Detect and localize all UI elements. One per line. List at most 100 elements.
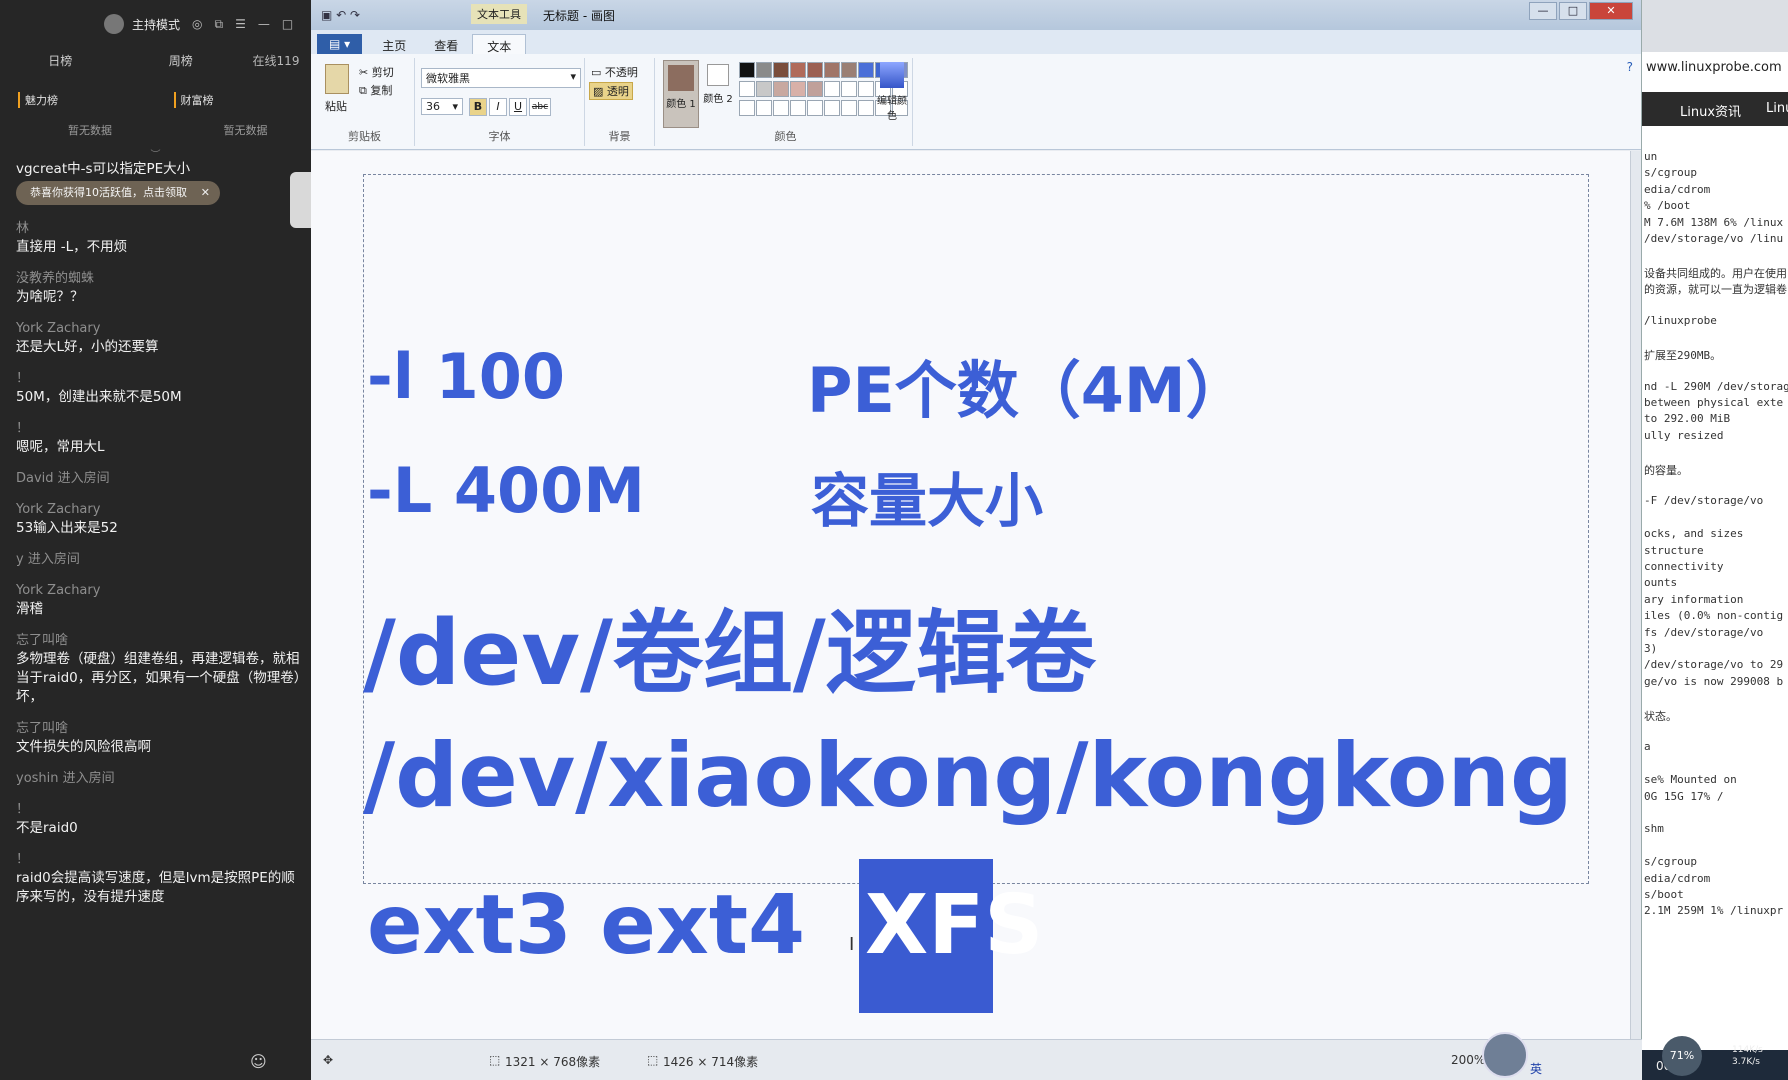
transparent-label: 透明 xyxy=(606,85,629,98)
palette-swatch[interactable] xyxy=(756,62,772,78)
site-nav: Linux资讯 Linu xyxy=(1642,92,1788,126)
palette-swatch-empty[interactable] xyxy=(841,100,857,116)
chat-message: ！ raid0会提高读写速度，但是lvm是按照PE的顺序来写的，没有提升速度 xyxy=(16,850,306,907)
maximize-icon[interactable]: □ xyxy=(282,17,293,31)
nav-linux-more[interactable]: Linu xyxy=(1766,101,1788,116)
article-line: M 7.6M 138M 6% /linux xyxy=(1644,215,1784,229)
wealth-rank-title: 财富榜 xyxy=(173,92,312,108)
article-line: ary information xyxy=(1644,592,1744,606)
article-line: se% Mounted on xyxy=(1644,773,1737,787)
chat-message-text: vgcreat中-s可以指定PE大小 xyxy=(16,161,191,177)
window-title: 无标题 - 画图 xyxy=(543,9,615,23)
copy-button[interactable]: ⧉ 复制 xyxy=(359,82,392,98)
close-button[interactable]: ✕ xyxy=(1589,2,1633,20)
palette-swatch[interactable] xyxy=(841,62,857,78)
quick-access-icon[interactable]: ▣ ↶ ↷ xyxy=(321,8,360,22)
palette-swatch[interactable] xyxy=(807,62,823,78)
color1-button[interactable]: 颜色 1 xyxy=(663,60,699,128)
colors-group-label: 颜色 xyxy=(774,130,797,143)
palette-swatch-empty[interactable] xyxy=(807,100,823,116)
palette-swatch[interactable] xyxy=(824,62,840,78)
colors-group: 颜色 1 颜色 2 编辑颜色 颜色 xyxy=(659,58,913,146)
chevron-down-icon: ▾ xyxy=(570,70,576,83)
tab-home[interactable]: 主页 xyxy=(368,34,420,54)
chat-notice-text: y 进入房间 xyxy=(16,552,80,567)
palette-swatch[interactable] xyxy=(739,62,755,78)
emoji-icon[interactable]: ☺ xyxy=(250,1052,267,1071)
maximize-button[interactable]: □ xyxy=(1559,2,1587,20)
help-icon[interactable]: ? xyxy=(1627,60,1633,74)
online-count[interactable]: 在线119 xyxy=(241,52,311,69)
palette-swatch[interactable] xyxy=(773,81,789,97)
chat-system-notice: y 进入房间 xyxy=(16,550,306,569)
edit-colors-button[interactable]: 编辑颜色 xyxy=(877,62,907,126)
charm-rank-empty: 暂无数据 xyxy=(68,124,112,137)
activity-reward-toast[interactable]: 恭喜你获得10活跃值，点击领取 ✕ xyxy=(16,181,220,205)
palette-swatch[interactable] xyxy=(824,81,840,97)
input-language[interactable]: 英 xyxy=(1530,1060,1542,1077)
host-mode-label[interactable]: 主持模式 xyxy=(132,16,180,33)
chat-message: 没教养的蜘蛛 为啥呢？？ xyxy=(16,269,306,307)
ribbon-tabs: ▤ ▾ 主页 查看 文本 xyxy=(311,30,1641,54)
article-line: fs /dev/storage/vo xyxy=(1644,625,1764,639)
minimize-icon[interactable]: — xyxy=(258,17,270,31)
color1-swatch xyxy=(668,65,694,91)
collapse-chevron-icon[interactable]: ︶ xyxy=(0,146,311,161)
strikethrough-button[interactable]: abc xyxy=(529,98,551,116)
charm-rank-title: 魅力榜 xyxy=(18,92,156,108)
palette-swatch[interactable] xyxy=(756,81,772,97)
tab-text[interactable]: 文本 xyxy=(472,34,527,54)
nav-linux-news[interactable]: Linux资讯 xyxy=(1680,101,1741,120)
palette-swatch-empty[interactable] xyxy=(739,100,755,116)
tab-weekly-rank[interactable]: 周榜 xyxy=(121,52,242,69)
chat-username: ！ xyxy=(16,852,30,867)
palette-swatch[interactable] xyxy=(773,62,789,78)
paste-icon[interactable] xyxy=(325,64,349,94)
chat-message-text: 不是raid0 xyxy=(16,820,78,836)
paste-button[interactable]: 粘贴 xyxy=(325,98,347,114)
canvas-text-option-L: -L 400M xyxy=(367,454,645,527)
palette-swatch-empty[interactable] xyxy=(824,100,840,116)
tab-view[interactable]: 查看 xyxy=(420,34,472,54)
copy-label: 复制 xyxy=(370,84,393,97)
palette-swatch[interactable] xyxy=(790,81,806,97)
cut-button[interactable]: ✂ 剪切 xyxy=(359,64,394,80)
opaque-option[interactable]: ▭ 不透明 xyxy=(591,64,638,80)
minimize-button[interactable]: — xyxy=(1529,2,1557,20)
vertical-scrollbar[interactable] xyxy=(1630,151,1641,1039)
palette-swatch[interactable] xyxy=(739,81,755,97)
bold-button[interactable]: B xyxy=(469,98,487,116)
article-line: between physical exte xyxy=(1644,396,1784,409)
side-collapse-tab[interactable] xyxy=(290,172,312,228)
font-size-value: 36 xyxy=(426,100,440,113)
article-line: 的容量。 xyxy=(1644,463,1688,477)
palette-swatch[interactable] xyxy=(841,81,857,97)
color2-button[interactable]: 颜色 2 xyxy=(703,60,733,128)
palette-swatch[interactable] xyxy=(858,81,874,97)
palette-swatch-empty[interactable] xyxy=(756,100,772,116)
share-icon[interactable]: ⧉ xyxy=(215,17,224,32)
palette-swatch[interactable] xyxy=(790,62,806,78)
palette-swatch[interactable] xyxy=(807,81,823,97)
close-icon[interactable]: ✕ xyxy=(201,181,210,205)
settings-icon[interactable]: ◎ xyxy=(192,17,202,31)
menu-icon[interactable]: ☰ xyxy=(235,17,246,31)
chat-message: York Zachary 还是大L好，小的还要算 xyxy=(16,319,306,357)
palette-swatch-empty[interactable] xyxy=(790,100,806,116)
article-line: 设备共同组成的。用户在使用 xyxy=(1644,266,1787,280)
font-family-select[interactable]: 微软雅黑 ▾ xyxy=(421,68,581,88)
chat-username: York Zachary xyxy=(16,583,101,598)
palette-swatch-empty[interactable] xyxy=(858,100,874,116)
palette-swatch[interactable] xyxy=(858,62,874,78)
palette-swatch-empty[interactable] xyxy=(773,100,789,116)
article-line: edia/cdrom xyxy=(1644,182,1711,196)
tab-daily-rank[interactable]: 日榜 xyxy=(0,52,121,69)
transparent-option[interactable]: ▨ 透明 xyxy=(589,82,633,100)
font-size-select[interactable]: 36 ▾ xyxy=(421,98,463,115)
italic-button[interactable]: I xyxy=(489,98,507,116)
file-menu-button[interactable]: ▤ ▾ xyxy=(317,34,363,54)
article-line: s/cgroup xyxy=(1644,855,1697,869)
address-bar[interactable]: www.linuxprobe.com xyxy=(1646,60,1782,75)
underline-button[interactable]: U xyxy=(509,98,527,116)
chat-username: 林 xyxy=(16,221,30,236)
